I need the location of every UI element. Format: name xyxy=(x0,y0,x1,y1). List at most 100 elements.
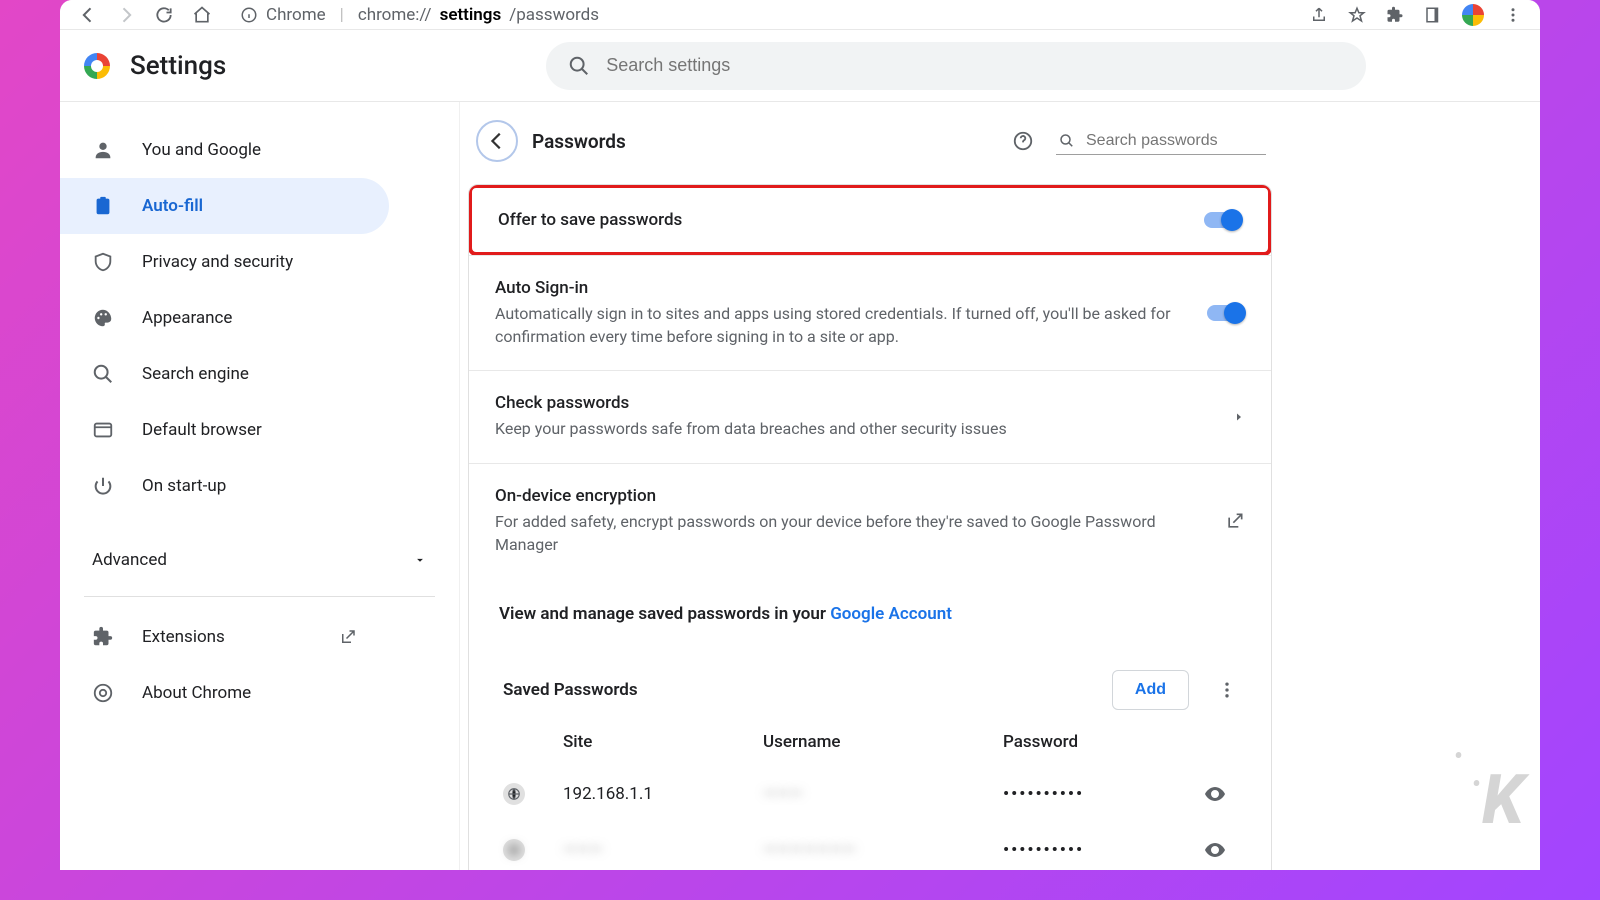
passwords-search[interactable] xyxy=(1056,128,1266,155)
row-title: On-device encryption xyxy=(495,486,1207,506)
search-icon xyxy=(1058,132,1076,150)
saved-passwords-header: Saved Passwords Add xyxy=(469,650,1271,718)
sidebar-item-extensions[interactable]: Extensions xyxy=(60,609,389,665)
sidebar-item-you-and-google[interactable]: You and Google xyxy=(60,122,389,178)
power-icon xyxy=(92,475,116,497)
sidebar-item-label: About Chrome xyxy=(142,683,251,703)
sidebar: You and Google Auto-fill Privacy and sec… xyxy=(60,102,460,870)
manage-google-account-row: View and manage saved passwords in your … xyxy=(469,578,1271,650)
auto-signin-toggle[interactable] xyxy=(1207,305,1245,321)
site-info-icon[interactable] xyxy=(240,6,258,24)
sidebar-item-label: You and Google xyxy=(142,140,261,160)
help-icon[interactable] xyxy=(1012,130,1034,152)
password-cell: •••••••••• xyxy=(1003,840,1203,860)
main-panel: Passwords Offer to save pass xyxy=(460,102,1540,870)
col-username: Username xyxy=(763,732,1003,752)
kebab-menu-icon[interactable] xyxy=(1504,6,1522,24)
panel-header: Passwords xyxy=(460,102,1280,184)
row-subtitle: Keep your passwords safe from data breac… xyxy=(495,417,1175,440)
auto-signin-row[interactable]: Auto Sign-in Automatically sign in to si… xyxy=(469,255,1271,370)
person-icon xyxy=(92,139,116,161)
sidebar-item-label: Privacy and security xyxy=(142,252,293,272)
sidebar-item-privacy[interactable]: Privacy and security xyxy=(60,234,389,290)
add-password-button[interactable]: Add xyxy=(1112,670,1189,710)
palette-icon xyxy=(92,307,116,329)
show-password-icon[interactable] xyxy=(1203,782,1272,806)
chevron-down-icon xyxy=(413,553,427,567)
panel-back-button[interactable] xyxy=(476,120,518,162)
sidebar-item-auto-fill[interactable]: Auto-fill xyxy=(60,178,389,234)
settings-search[interactable] xyxy=(546,42,1366,90)
passwords-search-input[interactable] xyxy=(1086,132,1264,150)
extensions-puzzle-icon[interactable] xyxy=(1386,6,1404,24)
window-icon xyxy=(92,419,116,441)
username-cell: ——————— xyxy=(763,840,1003,860)
col-password: Password xyxy=(1003,732,1203,752)
manage-text: View and manage saved passwords in your xyxy=(499,604,830,624)
google-account-link[interactable]: Google Account xyxy=(830,604,952,624)
more-menu-icon[interactable] xyxy=(1217,680,1237,700)
sidebar-item-label: Default browser xyxy=(142,420,262,440)
forward-icon xyxy=(116,5,136,25)
content-area: You and Google Auto-fill Privacy and sec… xyxy=(60,102,1540,870)
sidebar-item-label: Appearance xyxy=(142,308,232,328)
open-external-icon xyxy=(1225,511,1245,531)
site-cell: 192.168.1.1 xyxy=(563,784,763,804)
profile-avatar-icon[interactable] xyxy=(1462,4,1484,26)
assignment-icon xyxy=(92,195,116,217)
chrome-icon xyxy=(92,682,116,704)
sidebar-item-label: On start-up xyxy=(142,476,226,496)
show-password-icon[interactable] xyxy=(1203,838,1272,862)
reload-icon[interactable] xyxy=(154,5,174,25)
app-title: Settings xyxy=(130,51,226,81)
toolbar-right xyxy=(1310,4,1522,26)
reading-list-icon[interactable] xyxy=(1424,6,1442,24)
row-subtitle: Automatically sign in to sites and apps … xyxy=(495,302,1175,348)
sidebar-divider xyxy=(84,596,435,597)
back-icon[interactable] xyxy=(78,5,98,25)
url-host: settings xyxy=(440,5,502,25)
sidebar-item-default-browser[interactable]: Default browser xyxy=(60,402,389,458)
share-icon[interactable] xyxy=(1310,6,1328,24)
sidebar-item-about[interactable]: About Chrome xyxy=(60,665,389,721)
password-row[interactable]: 192.168.1.1 ——— •••••••••• xyxy=(469,766,1271,822)
sidebar-item-search-engine[interactable]: Search engine xyxy=(60,346,389,402)
check-passwords-row[interactable]: Check passwords Keep your passwords safe… xyxy=(469,370,1271,462)
shield-icon xyxy=(92,251,116,273)
username-cell: ——— xyxy=(763,784,1003,804)
chevron-right-icon xyxy=(1233,411,1245,423)
sidebar-item-label: Extensions xyxy=(142,627,225,647)
settings-card: Offer to save passwords Auto Sign-in Aut… xyxy=(468,184,1272,870)
browser-window: Chrome | chrome://settings/passwords Set… xyxy=(60,0,1540,870)
home-icon[interactable] xyxy=(192,5,212,25)
password-cell: •••••••••• xyxy=(1003,784,1203,804)
app-header: Settings xyxy=(60,30,1540,102)
settings-search-input[interactable] xyxy=(606,55,1344,76)
url-bar[interactable]: Chrome | chrome://settings/passwords xyxy=(240,5,1292,25)
on-device-encryption-row[interactable]: On-device encryption For added safety, e… xyxy=(469,463,1271,578)
url-separator: | xyxy=(340,5,344,25)
password-table-header: Site Username Password xyxy=(469,718,1271,766)
row-title: Offer to save passwords xyxy=(498,210,1186,230)
password-row[interactable]: ■ ——— ——————— •••••••••• xyxy=(469,822,1271,870)
panel-title: Passwords xyxy=(532,130,626,153)
row-title: Check passwords xyxy=(495,393,1215,413)
url-path: /passwords xyxy=(509,5,599,25)
offer-save-toggle[interactable] xyxy=(1204,212,1242,228)
row-title: Auto Sign-in xyxy=(495,278,1189,298)
sidebar-item-on-startup[interactable]: On start-up xyxy=(60,458,389,514)
sidebar-advanced[interactable]: Advanced xyxy=(60,526,459,588)
search-icon xyxy=(92,363,116,385)
sidebar-item-appearance[interactable]: Appearance xyxy=(60,290,389,346)
offer-save-passwords-row[interactable]: Offer to save passwords xyxy=(468,184,1272,256)
sidebar-item-label: Search engine xyxy=(142,364,249,384)
puzzle-icon xyxy=(92,626,116,648)
open-external-icon xyxy=(339,628,357,646)
browser-toolbar: Chrome | chrome://settings/passwords xyxy=(60,0,1540,30)
bookmark-star-icon[interactable] xyxy=(1348,6,1366,24)
col-site: Site xyxy=(563,732,763,752)
url-scheme: chrome:// xyxy=(358,5,432,25)
site-favicon-icon: ■ xyxy=(503,839,525,861)
site-cell: ——— xyxy=(563,840,763,860)
chrome-logo-icon xyxy=(84,53,110,79)
